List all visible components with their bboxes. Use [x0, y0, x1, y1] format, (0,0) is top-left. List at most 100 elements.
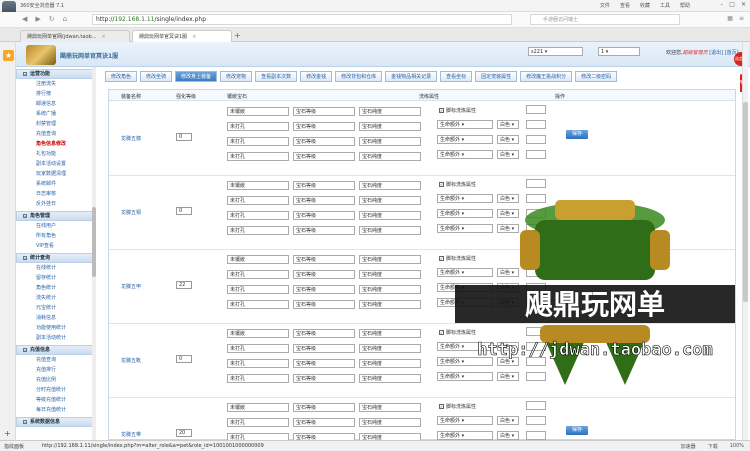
gem-field[interactable]: 未打孔 [227, 359, 289, 368]
gem-field[interactable]: 宝石纯度 [359, 107, 421, 116]
sidebar-item[interactable]: 充值比例 [16, 375, 95, 385]
maximize-icon[interactable]: □ [729, 1, 735, 8]
tab-coordinates[interactable]: 查看坐标 [440, 71, 473, 82]
attribute-value-input[interactable] [526, 120, 546, 129]
refresh-icon[interactable]: ↻ [49, 15, 55, 23]
gem-field[interactable]: 未打孔 [227, 196, 289, 205]
gem-field[interactable]: 未打孔 [227, 270, 289, 279]
home-icon[interactable]: ⌂ [63, 15, 67, 23]
new-tab-icon[interactable]: + [234, 31, 241, 40]
save-button[interactable]: 保存 [566, 204, 588, 213]
gem-field[interactable]: 宝石纯度 [359, 196, 421, 205]
attribute-select[interactable]: 生命额外 ▾ [437, 357, 493, 366]
color-select[interactable]: 白色 ▾ [497, 298, 519, 307]
accelerator-button[interactable]: 加速器 [681, 443, 696, 450]
search-input[interactable]: 手游圈访问瑞士 [530, 14, 680, 25]
menu-icon[interactable]: ≡ [739, 15, 744, 22]
gem-field[interactable]: 宝石纯度 [359, 122, 421, 131]
sidebar-section-system[interactable]: - 系统数据信息 [16, 417, 95, 427]
attribute-select[interactable]: 生命额外 ▾ [437, 135, 493, 144]
sidebar-item[interactable]: 系统邮件 [16, 179, 95, 189]
tab-modify-equipment[interactable]: 修改身上装备 [175, 71, 218, 82]
attribute-value-input[interactable] [526, 416, 546, 425]
wash-checkbox[interactable]: ✓ 脚标洗炼属性 [439, 329, 476, 336]
gem-field[interactable]: 宝石等级 [293, 122, 355, 131]
attribute-value-input[interactable] [526, 179, 546, 188]
gem-field[interactable]: 宝石等级 [293, 152, 355, 161]
status-left[interactable]: 指纹面板 [4, 443, 24, 450]
sidebar-item[interactable]: 封禁管理 [16, 119, 95, 129]
wash-checkbox[interactable]: ✓ 脚标洗炼属性 [439, 403, 476, 410]
gem-field[interactable]: 宝石等级 [293, 137, 355, 146]
gem-field[interactable]: 宝石纯度 [359, 226, 421, 235]
enhance-level-input[interactable]: 20 [176, 429, 192, 437]
save-button[interactable]: 保存 [566, 426, 588, 435]
gem-field[interactable]: 宝石等级 [293, 196, 355, 205]
attribute-select[interactable]: 生命额外 ▾ [437, 268, 493, 277]
menu-favorites[interactable]: 收藏 [640, 2, 650, 9]
wash-checkbox[interactable]: ✓ 脚标洗炼属性 [439, 107, 476, 114]
gem-field[interactable]: 未打孔 [227, 374, 289, 383]
gem-field[interactable]: 宝石等级 [293, 418, 355, 427]
attribute-value-input[interactable] [526, 298, 546, 307]
gem-field[interactable]: 宝石纯度 [359, 152, 421, 161]
gem-field[interactable]: 宝石纯度 [359, 270, 421, 279]
sidebar-item[interactable]: 分时充值统计 [16, 385, 95, 395]
back-icon[interactable]: ◀ [22, 15, 27, 23]
attribute-select[interactable]: 生命额外 ▾ [437, 120, 493, 129]
color-select[interactable]: 白色 ▾ [497, 150, 519, 159]
sidebar-item[interactable]: 在线用户 [16, 221, 95, 231]
attribute-value-input[interactable] [526, 283, 546, 292]
tab-close-icon[interactable]: × [101, 34, 105, 40]
gem-field[interactable]: 宝石等级 [293, 433, 355, 440]
gem-field[interactable]: 宝石纯度 [359, 359, 421, 368]
equipment-name[interactable]: 龙滕五带 [121, 431, 141, 438]
attribute-value-input[interactable] [526, 372, 546, 381]
tab-modify-mount[interactable]: 修改坐骑 [140, 71, 173, 82]
attribute-select[interactable]: 生命额外 ▾ [437, 150, 493, 159]
sidebar-item[interactable]: 留存统计 [16, 273, 95, 283]
gem-field[interactable]: 宝石纯度 [359, 433, 421, 440]
gem-field[interactable]: 宝石等级 [293, 107, 355, 116]
gem-field[interactable]: 宝石等级 [293, 270, 355, 279]
attribute-select[interactable]: 生命额外 ▾ [437, 416, 493, 425]
menu-file[interactable]: 文件 [600, 2, 610, 9]
tab-bag-warehouse[interactable]: 修改背包和仓库 [335, 71, 383, 82]
gem-field[interactable]: 宝石纯度 [359, 137, 421, 146]
gem-field[interactable]: 宝石等级 [293, 329, 355, 338]
attribute-select[interactable]: 生命额外 ▾ [437, 194, 493, 203]
gem-field[interactable]: 宝石等级 [293, 344, 355, 353]
equipment-name[interactable]: 龙滕五铜 [121, 209, 141, 216]
gem-field[interactable]: 未镶嵌 [227, 107, 289, 116]
gem-field[interactable]: 宝石纯度 [359, 418, 421, 427]
attribute-value-input[interactable] [526, 253, 546, 262]
sidebar-item[interactable]: 反外挂日 [16, 199, 95, 209]
tab-modify-money[interactable]: 修改金钱 [300, 71, 333, 82]
attribute-value-input[interactable] [526, 224, 546, 233]
attribute-value-input[interactable] [526, 209, 546, 218]
enhance-level-input[interactable]: 0 [176, 207, 192, 215]
attribute-select[interactable]: 生命额外 ▾ [437, 283, 493, 292]
attribute-value-input[interactable] [526, 342, 546, 351]
sidebar-item[interactable]: 元宝统计 [16, 303, 95, 313]
gem-field[interactable]: 未镶嵌 [227, 329, 289, 338]
color-select[interactable]: 白色 ▾ [497, 431, 519, 440]
gem-field[interactable]: 宝石纯度 [359, 329, 421, 338]
sidebar-item[interactable]: 所有角色 [16, 231, 95, 241]
sidebar-item[interactable]: 充值排行 [16, 365, 95, 375]
gem-field[interactable]: 宝石纯度 [359, 255, 421, 264]
server-number-select[interactable]: 1 ▾ [598, 47, 640, 56]
sidebar-item[interactable]: 礼包功能 [16, 149, 95, 159]
gem-field[interactable]: 宝石等级 [293, 403, 355, 412]
tab-modify-pet[interactable]: 修改宠物 [220, 71, 253, 82]
attribute-select[interactable]: 生命额外 ▾ [437, 298, 493, 307]
sidebar-item[interactable]: 日志审核 [16, 189, 95, 199]
sidebar-section-stats[interactable]: - 统计查询 [16, 253, 95, 263]
sidebar-item[interactable]: 充值查询 [16, 355, 95, 365]
sidebar-item[interactable]: 角色统计 [16, 283, 95, 293]
gem-field[interactable]: 宝石纯度 [359, 211, 421, 220]
menu-view[interactable]: 查看 [620, 2, 630, 9]
sidebar-item[interactable]: 等级充值统计 [16, 395, 95, 405]
sidebar-item[interactable]: 流失统计 [16, 293, 95, 303]
sidebar-scrollbar[interactable] [92, 67, 96, 440]
